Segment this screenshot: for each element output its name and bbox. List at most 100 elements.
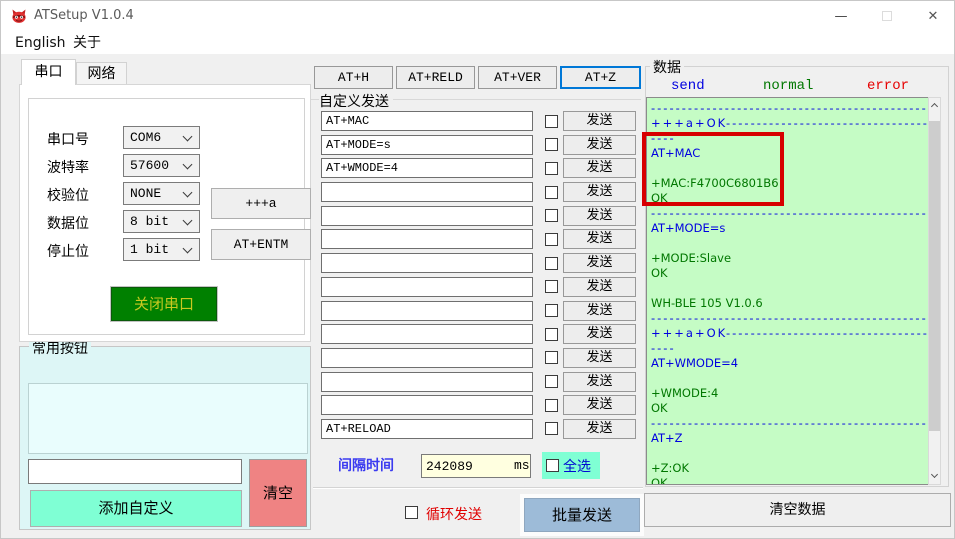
parity-select[interactable]: NONE <box>123 182 200 205</box>
at-entm-button[interactable]: AT+ENTM <box>211 229 311 260</box>
custom-command-input[interactable] <box>321 134 533 155</box>
scroll-down-icon[interactable] <box>929 468 940 484</box>
log-line: ---- <box>651 341 676 355</box>
row-checkbox[interactable] <box>545 138 558 152</box>
baud-rate-select[interactable]: 57600 <box>123 154 200 177</box>
row-checkbox[interactable] <box>545 398 558 412</box>
custom-name-input[interactable] <box>28 459 242 484</box>
row-checkbox[interactable] <box>545 280 558 294</box>
log-line: +++a+OK---------------------------------… <box>651 116 929 130</box>
close-button[interactable]: ✕ <box>910 1 954 31</box>
row-send-button[interactable]: 发送 <box>563 418 636 439</box>
row-checkbox[interactable] <box>545 375 558 389</box>
legend-error: error <box>867 78 910 94</box>
loop-send-checkbox[interactable] <box>405 506 418 519</box>
custom-send-title: 自定义发送 <box>319 91 393 111</box>
data-bits-select[interactable]: 8 bit <box>123 210 200 233</box>
quick-button-at-ver[interactable]: AT+VER <box>478 66 557 89</box>
log-scrollbar[interactable] <box>928 97 941 485</box>
log-line: +++a+OK---------------------------------… <box>651 326 929 340</box>
row-checkbox[interactable] <box>545 185 558 199</box>
custom-command-row: 发送 <box>321 134 641 155</box>
log-line: OK <box>651 401 668 415</box>
custom-command-row: 发送 <box>321 253 641 274</box>
custom-command-input[interactable] <box>321 418 533 439</box>
legend-normal: normal <box>763 78 814 94</box>
row-send-button[interactable]: 发送 <box>563 158 636 179</box>
custom-command-input[interactable] <box>321 395 533 416</box>
stop-bits-label: 停止位 <box>47 244 89 260</box>
row-checkbox[interactable] <box>545 327 558 341</box>
stop-bits-select[interactable]: 1 bit <box>123 238 200 261</box>
row-send-button[interactable]: 发送 <box>563 347 636 368</box>
custom-command-input[interactable] <box>321 182 533 203</box>
row-checkbox[interactable] <box>545 422 558 436</box>
row-checkbox[interactable] <box>545 161 558 175</box>
custom-command-input[interactable] <box>321 253 533 274</box>
custom-command-input[interactable] <box>321 205 533 226</box>
common-buttons-list[interactable] <box>28 383 308 454</box>
row-send-button[interactable]: 发送 <box>563 229 636 250</box>
serial-tab-page: 串口号 COM6 波特率 57600 校验位 NONE 数据位 8 bit 停止… <box>19 84 311 342</box>
custom-command-input[interactable] <box>321 111 533 131</box>
row-send-button[interactable]: 发送 <box>563 395 636 416</box>
maximize-icon <box>882 11 892 21</box>
row-checkbox[interactable] <box>545 114 558 128</box>
row-send-button[interactable]: 发送 <box>563 324 636 345</box>
data-group-title: 数据 <box>650 57 684 77</box>
scroll-up-icon[interactable] <box>929 98 940 114</box>
select-all-label: 全选 <box>563 459 591 475</box>
close-serial-button[interactable]: 关闭串口 <box>110 286 218 322</box>
minimize-button[interactable]: — <box>818 1 864 31</box>
custom-command-row: 发送 <box>321 347 641 368</box>
row-checkbox[interactable] <box>545 304 558 317</box>
row-checkbox[interactable] <box>545 209 558 223</box>
chevron-down-icon <box>182 159 193 170</box>
com-port-select[interactable]: COM6 <box>123 126 200 149</box>
quick-button-at-h[interactable]: AT+H <box>314 66 393 89</box>
clear-data-button[interactable]: 清空数据 <box>644 493 951 527</box>
custom-command-input[interactable] <box>321 300 533 321</box>
scrollbar-thumb[interactable] <box>929 121 940 431</box>
custom-command-row: 发送 <box>321 371 641 392</box>
quick-button-at-reld[interactable]: AT+RELD <box>396 66 475 89</box>
tab-network[interactable]: 网络 <box>76 62 127 85</box>
row-send-button[interactable]: 发送 <box>563 134 636 155</box>
custom-command-input[interactable] <box>321 158 533 179</box>
quick-button-at-z[interactable]: AT+Z <box>560 66 641 89</box>
clear-button[interactable]: 清空 <box>249 459 307 527</box>
log-line: +Z:OK <box>651 461 689 475</box>
atsetup-window: ATSetup V1.0.4 — ✕ English 关于 串口 网络 串口号 … <box>0 0 955 539</box>
custom-command-input[interactable] <box>321 276 533 297</box>
row-send-button[interactable]: 发送 <box>563 111 636 131</box>
bottom-separator <box>313 487 643 489</box>
quick-command-row: AT+H AT+RELD AT+VER AT+Z <box>314 66 641 89</box>
row-send-button[interactable]: 发送 <box>563 205 636 226</box>
maximize-button[interactable] <box>864 1 910 31</box>
add-custom-button[interactable]: 添加自定义 <box>30 490 242 527</box>
plus-a-button[interactable]: +++a <box>211 188 311 219</box>
row-checkbox[interactable] <box>545 351 558 365</box>
custom-command-input[interactable] <box>321 324 533 345</box>
tab-serial[interactable]: 串口 <box>21 59 76 85</box>
row-checkbox[interactable] <box>545 256 558 270</box>
row-checkbox[interactable] <box>545 232 558 246</box>
select-all-checkbox[interactable] <box>546 459 559 472</box>
row-send-button[interactable]: 发送 <box>563 371 636 392</box>
batch-send-button[interactable]: 批量发送 <box>524 498 640 532</box>
custom-command-input[interactable] <box>321 229 533 250</box>
custom-command-input[interactable] <box>321 371 533 392</box>
menu-about[interactable]: 关于 <box>67 33 107 53</box>
menu-english[interactable]: English <box>9 33 72 53</box>
interval-label: 间隔时间 <box>338 458 394 474</box>
row-send-button[interactable]: 发送 <box>563 276 636 297</box>
row-send-button[interactable]: 发送 <box>563 253 636 274</box>
custom-command-input[interactable] <box>321 347 533 368</box>
custom-command-row: 发送 <box>321 395 641 416</box>
row-send-button[interactable]: 发送 <box>563 182 636 203</box>
highlight-annotation <box>642 132 784 206</box>
row-send-button[interactable]: 发送 <box>563 300 636 321</box>
title-bar: ATSetup V1.0.4 — ✕ <box>1 1 954 31</box>
